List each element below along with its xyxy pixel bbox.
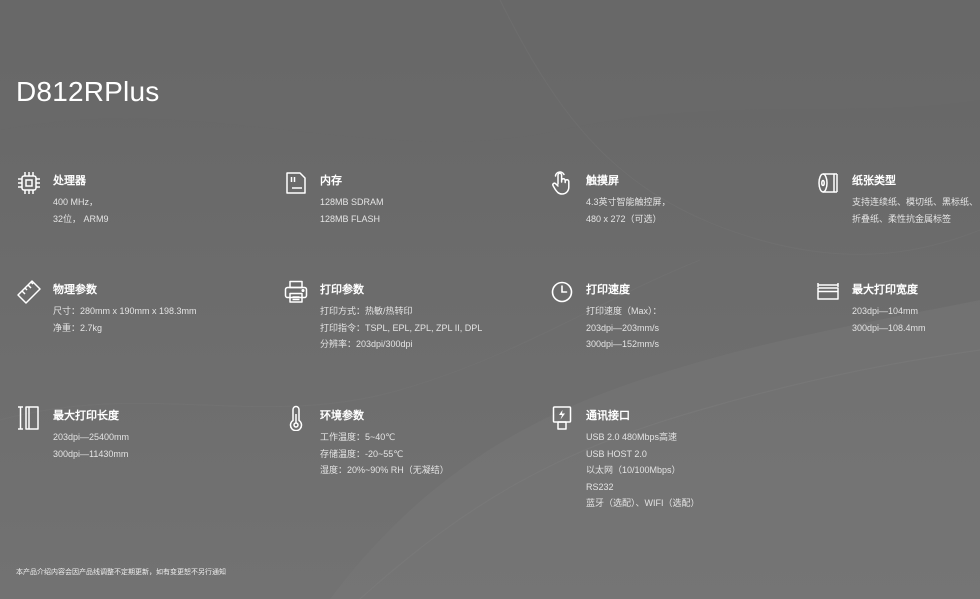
print-width-icon [815, 279, 841, 305]
thermometer-icon [283, 405, 309, 431]
spec-value-line: 工作温度：5~40℃ [320, 432, 396, 442]
product-title: D812RPlus [16, 76, 160, 107]
spec-label: 内存 [320, 175, 342, 187]
usb-icon [549, 405, 575, 431]
spec-label: 通讯接口 [586, 410, 630, 422]
spec-value-line: 尺寸：280mm x 190mm x 198.3mm [53, 306, 197, 316]
spec-value-line: 203dpi—104mm [852, 306, 919, 316]
spec-page: D812RPlus 处理器 400 MHz， 32位， ARM9 内存 128M… [0, 0, 980, 599]
spec-label: 触摸屏 [586, 175, 619, 187]
paper-roll-icon [815, 170, 841, 196]
spec-value-line: 32位， ARM9 [53, 213, 109, 224]
spec-label: 处理器 [53, 175, 86, 187]
memory-card-icon [283, 170, 309, 196]
ruler-icon [16, 279, 42, 305]
spec-value-line: 480 x 272（可选） [586, 213, 662, 224]
spec-value-line: RS232 [586, 481, 614, 492]
disclaimer-footnote: 本产品介绍内容会因产品线调整不定期更新，如有变更恕不另行通知 [16, 569, 226, 576]
spec-label: 最大打印宽度 [852, 284, 918, 296]
spec-value-line: 300dpi—108.4mm [852, 322, 926, 333]
printer-icon [283, 279, 309, 305]
spec-value-line: 128MB SDRAM [320, 197, 384, 207]
spec-value-line: 以太网（10/100Mbps） [586, 465, 681, 475]
spec-value-line: 净重：2.7kg [53, 322, 103, 333]
cpu-icon [16, 170, 42, 196]
spec-value-line: 300dpi—152mm/s [586, 339, 660, 349]
spec-value-line: 4.3英寸智能触控屏， [586, 197, 671, 207]
spec-label: 最大打印长度 [53, 410, 119, 422]
spec-value-line: 400 MHz， [53, 197, 99, 207]
spec-value-line: 分辨率：203dpi/300dpi [320, 339, 413, 349]
print-length-icon [16, 405, 42, 431]
spec-value-line: 203dpi—203mm/s [586, 322, 660, 333]
spec-value-line: 打印方式：热敏/热转印 [320, 306, 413, 316]
spec-value-line: 打印速度（Max）： [586, 306, 662, 316]
spec-value-line: 300dpi—11430mm [53, 448, 129, 459]
spec-label: 打印参数 [320, 284, 364, 296]
spec-value-line: 打印指令：TSPL, EPL, ZPL, ZPL II, DPL [320, 322, 483, 333]
spec-value-line: 蓝牙（选配）、WIFI（选配） [586, 498, 700, 508]
spec-label: 环境参数 [320, 410, 364, 422]
spec-label: 打印速度 [586, 284, 630, 296]
spec-value-line: USB HOST 2.0 [586, 448, 647, 459]
spec-value-line: 存储温度：-20~55℃ [320, 448, 404, 459]
spec-value-line: 128MB FLASH [320, 213, 381, 224]
spec-label: 纸张类型 [852, 175, 896, 187]
spec-value-line: 湿度：20%~90% RH（无凝结） [320, 465, 449, 475]
spec-value-line: 支持连续纸、模切纸、黑标纸、 [852, 197, 979, 207]
clock-icon [549, 279, 575, 305]
spec-label: 物理参数 [53, 284, 97, 296]
spec-value-line: USB 2.0 480Mbps高速 [586, 432, 678, 442]
spec-value-line: 折叠纸、柔性抗金属标签 [852, 213, 952, 224]
touch-hand-icon [549, 170, 575, 196]
spec-value-line: 203dpi—25400mm [53, 432, 130, 442]
